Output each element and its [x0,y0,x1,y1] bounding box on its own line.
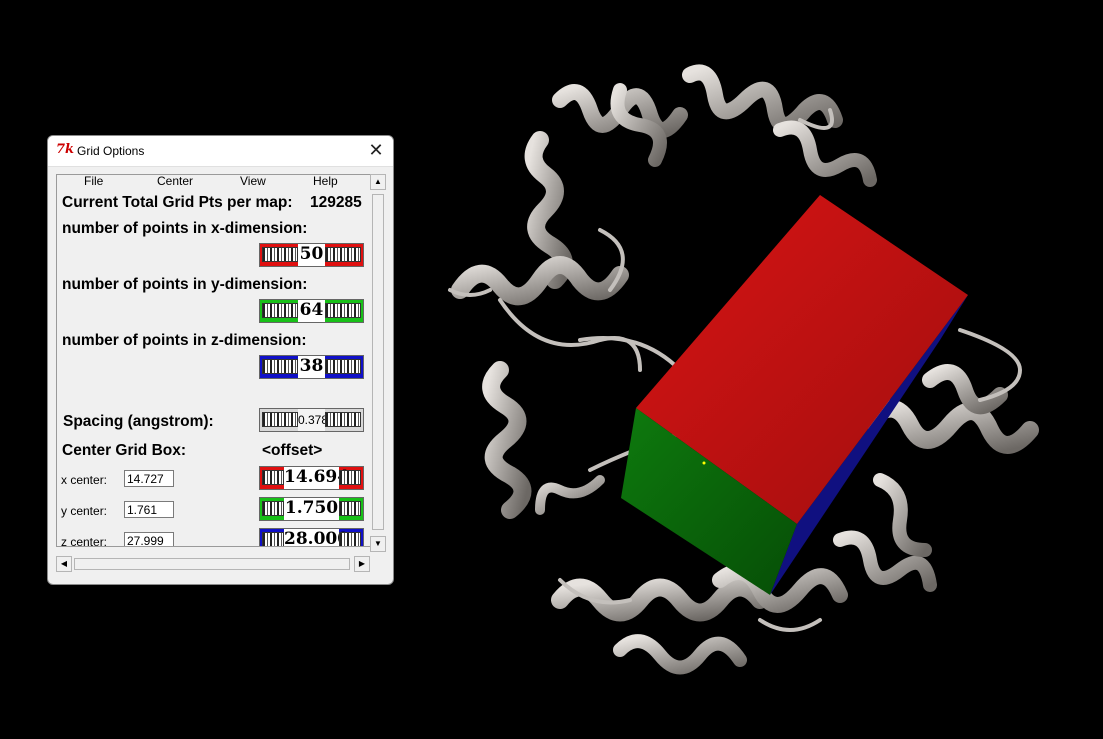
close-button[interactable]: ✕ [365,139,387,161]
thumbwheel-grip[interactable] [339,501,361,516]
x-points-thumbwheel[interactable]: 50 [259,243,364,267]
center-grid-label: Center Grid Box: [62,442,187,459]
y-points-thumbwheel[interactable]: 64 [259,299,364,323]
x-points-value: 50 [298,244,325,266]
x-offset-value: 14.694 [284,467,350,489]
thumbwheel-grip[interactable] [339,532,361,546]
thumbwheel-grip[interactable] [262,532,284,546]
total-grid-label: Current Total Grid Pts per map: [62,194,293,211]
total-grid-value: 129285 [310,194,362,211]
y-dimension-label: number of points in y-dimension: [62,276,308,293]
tk-feather-icon: 7k [56,142,75,157]
z-points-value: 38 [298,356,325,378]
offset-label: <offset> [262,442,323,459]
thumbwheel-grip[interactable] [262,470,284,485]
scroll-left-icon[interactable]: ◀ [56,556,72,572]
spacing-thumbwheel[interactable]: 0.378 [259,408,364,432]
menu-file[interactable]: File [84,175,103,188]
vertical-scroll-thumb[interactable] [372,194,384,530]
title-bar[interactable]: 7k Grid Options ✕ [48,136,393,167]
menu-help[interactable]: Help [313,175,338,188]
x-center-input[interactable]: 14.727 [124,470,174,487]
y-center-input[interactable]: 1.761 [124,501,174,518]
scroll-up-icon[interactable]: ▲ [370,174,386,190]
y-offset-thumbwheel[interactable]: 1.750 [259,497,364,521]
horizontal-scrollbar[interactable]: ◀ ▶ [56,556,370,572]
thumbwheel-grip[interactable] [262,303,298,318]
spacing-value: 0.378 [298,409,328,431]
menu-view[interactable]: View [240,175,266,188]
thumbwheel-grip[interactable] [262,412,298,427]
z-center-input[interactable]: 27.999 [124,532,174,546]
menu-center[interactable]: Center [157,175,193,188]
grid-center-marker [702,461,706,465]
thumbwheel-grip[interactable] [325,247,361,262]
x-center-label: x center: [61,473,108,487]
thumbwheel-grip[interactable] [262,359,298,374]
grid-options-window: 7k Grid Options ✕ File Center View Help … [47,135,394,585]
grid-box[interactable] [621,195,968,595]
z-center-label: z center: [61,535,108,547]
horizontal-scroll-thumb[interactable] [74,558,350,570]
scroll-right-icon[interactable]: ▶ [354,556,370,572]
x-offset-thumbwheel[interactable]: 14.694 [259,466,364,490]
window-title: Grid Options [77,144,145,158]
thumbwheel-grip[interactable] [325,412,361,427]
y-offset-value: 1.750 [284,498,339,520]
vertical-scrollbar[interactable]: ▲ ▼ [370,174,386,552]
thumbwheel-grip[interactable] [262,501,284,516]
thumbwheel-grip[interactable] [325,303,361,318]
z-offset-value: 28.000 [284,529,349,546]
thumbwheel-grip[interactable] [262,247,298,262]
z-points-thumbwheel[interactable]: 38 [259,355,364,379]
x-dimension-label: number of points in x-dimension: [62,220,308,237]
thumbwheel-grip[interactable] [325,359,361,374]
z-dimension-label: number of points in z-dimension: [62,332,307,349]
scroll-down-icon[interactable]: ▼ [370,536,386,552]
y-center-label: y center: [61,504,108,518]
spacing-label: Spacing (angstrom): [63,413,214,430]
options-panel: File Center View Help Current Total Grid… [56,174,377,547]
z-offset-thumbwheel[interactable]: 28.000 [259,528,364,546]
menu-bar: File Center View Help [57,175,376,189]
y-points-value: 64 [298,300,325,322]
thumbwheel-grip[interactable] [339,470,361,485]
